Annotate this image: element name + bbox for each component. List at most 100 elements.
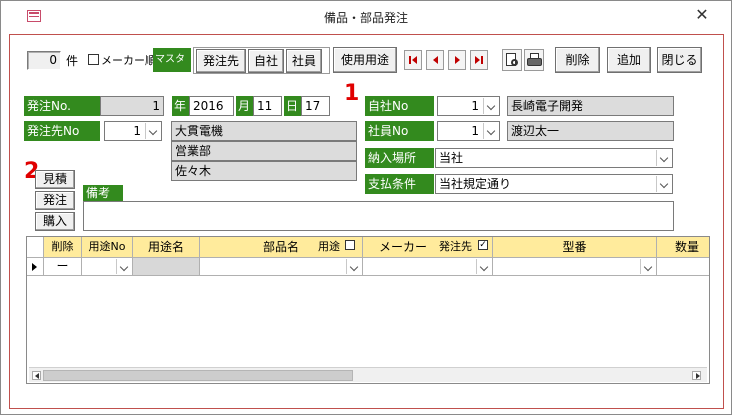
prev-arrow-icon	[433, 56, 438, 64]
payment-value: 当社規定通り	[439, 177, 512, 191]
company-master-button[interactable]: 自社	[248, 49, 284, 73]
employee-no-value: 1	[471, 124, 479, 138]
col-part-name: 部品名	[262, 240, 299, 254]
purchase-button[interactable]: 購入	[35, 212, 75, 231]
delivery-value: 当社	[439, 151, 464, 165]
delivery-label: 納入場所	[365, 148, 434, 168]
supplier-master-button[interactable]: 発注先	[196, 49, 246, 73]
col-part-name-header: 部品名 用途	[200, 237, 363, 258]
row-part-name-combo[interactable]	[200, 258, 363, 276]
row-selector[interactable]	[27, 258, 44, 276]
last-arrow-icon	[475, 56, 480, 64]
delete-button[interactable]: 削除	[555, 47, 600, 73]
chevron-down-icon[interactable]	[656, 150, 671, 166]
delivery-combo[interactable]: 当社	[435, 148, 673, 168]
company-no-value: 1	[471, 99, 479, 113]
supplier-name-field: 大貫電機	[171, 121, 357, 141]
detail-grid: 削除 用途No 用途名 部品名 用途 メーカー 発注先 ✓ 型番 数量 ー	[26, 236, 710, 384]
maker-order-label: メーカー順	[101, 54, 156, 67]
row-quantity-field[interactable]	[657, 258, 709, 276]
horizontal-scrollbar[interactable]	[29, 367, 707, 382]
col-usage-name: 用途名	[133, 237, 200, 258]
last-record-button[interactable]	[470, 50, 488, 70]
year-field[interactable]: 2016	[189, 96, 234, 116]
day-field[interactable]: 17	[301, 96, 330, 116]
print-button[interactable]	[524, 49, 544, 71]
col-usage-no: 用途No	[82, 237, 133, 258]
company-no-label: 自社No	[365, 96, 434, 116]
day-label: 日	[284, 96, 301, 116]
employee-no-combo[interactable]: 1	[437, 121, 500, 141]
company-no-combo[interactable]: 1	[437, 96, 500, 116]
current-row-icon	[32, 263, 37, 271]
usage-flag-checkbox[interactable]	[345, 240, 355, 250]
annotation-1: 1	[344, 81, 360, 106]
window-title: 備品・部品発注	[323, 11, 408, 25]
row-delete-button[interactable]: ー	[44, 258, 82, 276]
chevron-down-icon[interactable]	[346, 259, 361, 274]
print-preview-button[interactable]	[502, 49, 522, 71]
employee-master-button[interactable]: 社員	[286, 49, 322, 73]
col-usage-flag: 用途	[318, 240, 340, 253]
order-button[interactable]: 発注	[35, 191, 75, 210]
chevron-down-icon[interactable]	[656, 176, 671, 192]
scrollbar-thumb[interactable]	[43, 370, 353, 381]
chevron-down-icon[interactable]	[483, 98, 498, 114]
payment-combo[interactable]: 当社規定通り	[435, 174, 673, 194]
estimate-button[interactable]: 見積	[35, 170, 75, 189]
payment-label: 支払条件	[365, 174, 434, 194]
first-record-button[interactable]	[404, 50, 422, 70]
scroll-right-button[interactable]	[692, 371, 701, 380]
add-button[interactable]: 追加	[607, 47, 651, 73]
maker-order-checkbox[interactable]	[88, 54, 99, 65]
chevron-down-icon[interactable]	[116, 259, 131, 274]
close-form-button[interactable]: 閉じる	[657, 47, 702, 73]
col-delete: 削除	[44, 237, 82, 258]
supplier-person-field: 佐々木	[171, 161, 357, 181]
master-label: マスター	[153, 48, 191, 89]
row-maker-combo[interactable]	[363, 258, 493, 276]
title-bar: 備品・部品発注 ✕	[1, 1, 731, 31]
col-model: 型番	[493, 237, 657, 258]
scroll-left-button[interactable]	[32, 371, 41, 380]
col-supplier-flag: 発注先	[439, 240, 472, 253]
chevron-down-icon[interactable]	[483, 123, 498, 139]
month-field[interactable]: 11	[253, 96, 282, 116]
record-count-label: 件	[66, 54, 79, 68]
col-maker-header: メーカー 発注先 ✓	[363, 237, 493, 258]
supplier-dept-field: 営業部	[171, 141, 357, 161]
row-usage-no-combo[interactable]	[82, 258, 133, 276]
company-name-field: 長崎電子開発	[507, 96, 674, 116]
next-record-button[interactable]	[448, 50, 466, 70]
order-no-label: 発注No.	[24, 96, 100, 116]
supplier-no-combo[interactable]: 1	[104, 121, 162, 141]
employee-no-label: 社員No	[365, 121, 434, 141]
chevron-down-icon[interactable]	[640, 259, 655, 274]
magnifier-icon	[511, 59, 518, 66]
first-arrow-icon	[412, 56, 417, 64]
last-bar-icon	[481, 56, 483, 64]
row-model-combo[interactable]	[493, 258, 657, 276]
order-no-field: 1	[100, 96, 164, 116]
supplier-flag-checkbox[interactable]: ✓	[478, 240, 488, 250]
usage-master-button[interactable]: 使用用途	[333, 47, 397, 73]
row-selector-header	[27, 237, 44, 258]
year-label: 年	[172, 96, 189, 116]
chevron-down-icon[interactable]	[476, 259, 491, 274]
arrow-left-icon	[35, 373, 39, 379]
col-maker: メーカー	[379, 240, 428, 254]
row-usage-name	[133, 258, 200, 276]
chevron-down-icon[interactable]	[145, 123, 160, 139]
prev-record-button[interactable]	[426, 50, 444, 70]
first-bar-icon	[409, 56, 411, 64]
next-arrow-icon	[455, 56, 460, 64]
order-form: 0 件 メーカー順 マスター 発注先 自社 社員 使用用途 削除 追加 閉じる …	[9, 34, 724, 409]
remarks-label: 備考	[83, 185, 123, 201]
remarks-field[interactable]	[83, 201, 674, 231]
supplier-no-value: 1	[133, 124, 141, 138]
close-icon[interactable]: ✕	[692, 5, 712, 25]
printer-icon	[527, 58, 542, 66]
supplier-no-label: 発注先No	[24, 121, 100, 141]
arrow-right-icon	[696, 373, 700, 379]
month-label: 月	[236, 96, 253, 116]
